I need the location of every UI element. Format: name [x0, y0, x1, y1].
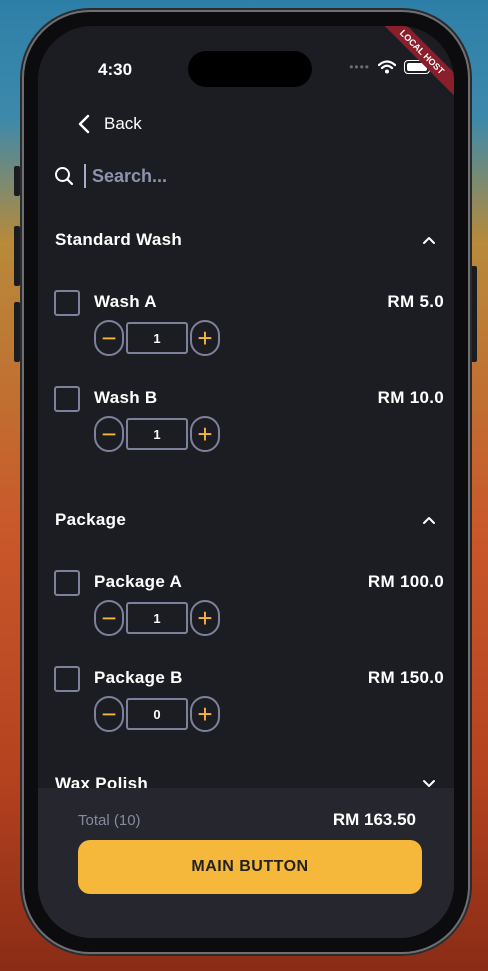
quantity-stepper: − 1 + [94, 416, 220, 452]
quantity-stepper: − 0 + [94, 696, 220, 732]
quantity-stepper: − 1 + [94, 600, 220, 636]
list-item-wash-b: Wash B RM 10.0 − 1 + [54, 386, 444, 456]
minus-icon: − [101, 699, 117, 729]
increment-button[interactable]: + [190, 416, 220, 452]
item-price: RM 10.0 [377, 388, 444, 407]
item-checkbox[interactable] [54, 386, 80, 412]
decrement-button[interactable]: − [94, 320, 124, 356]
item-price: RM 150.0 [367, 668, 444, 687]
phone-bezel: 4:30 •••• LOCAL HOST Back Search... Stan… [24, 12, 468, 952]
section-title: Standard Wash [55, 230, 183, 249]
app-screen: 4:30 •••• LOCAL HOST Back Search... Stan… [38, 26, 454, 938]
decrement-button[interactable]: − [94, 696, 124, 732]
minus-icon: − [101, 323, 117, 353]
item-price: RM 100.0 [367, 572, 444, 591]
minus-icon: − [101, 603, 117, 633]
list-item-wash-a: Wash A RM 5.0 − 1 + [54, 290, 444, 360]
total-label: Total (10) [78, 812, 141, 829]
checkout-bar: Total (10) RM 163.50 MAIN BUTTON [38, 788, 454, 938]
item-name: Wash B [94, 388, 158, 407]
chevron-up-icon [423, 517, 435, 524]
increment-button[interactable]: + [190, 600, 220, 636]
minus-icon: − [101, 419, 117, 449]
quantity-field[interactable]: 1 [126, 322, 188, 354]
item-checkbox[interactable] [54, 666, 80, 692]
quantity-stepper: − 1 + [94, 320, 220, 356]
total-value: RM 163.50 [332, 810, 416, 829]
plus-icon: + [197, 419, 213, 449]
main-button[interactable]: MAIN BUTTON [78, 840, 422, 894]
quantity-field[interactable]: 1 [126, 418, 188, 450]
item-name: Wash A [94, 292, 157, 311]
item-checkbox[interactable] [54, 570, 80, 596]
item-checkbox[interactable] [54, 290, 80, 316]
increment-button[interactable]: + [190, 320, 220, 356]
plus-icon: + [197, 603, 213, 633]
chevron-up-icon [423, 237, 435, 244]
list-item-package-a: Package A RM 100.0 − 1 + [54, 570, 444, 640]
plus-icon: + [197, 699, 213, 729]
section-header-standard-wash[interactable]: Standard Wash [55, 230, 436, 250]
list-item-package-b: Package B RM 150.0 − 0 + [54, 666, 444, 736]
decrement-button[interactable]: − [94, 600, 124, 636]
item-price: RM 5.0 [387, 292, 444, 311]
decrement-button[interactable]: − [94, 416, 124, 452]
section-title: Package [55, 510, 127, 529]
section-header-package[interactable]: Package [55, 510, 436, 530]
plus-icon: + [197, 323, 213, 353]
item-name: Package A [94, 572, 183, 591]
phone-frame: 4:30 •••• LOCAL HOST Back Search... Stan… [20, 8, 472, 956]
increment-button[interactable]: + [190, 696, 220, 732]
quantity-field[interactable]: 1 [126, 602, 188, 634]
item-name: Package B [94, 668, 183, 687]
quantity-field[interactable]: 0 [126, 698, 188, 730]
